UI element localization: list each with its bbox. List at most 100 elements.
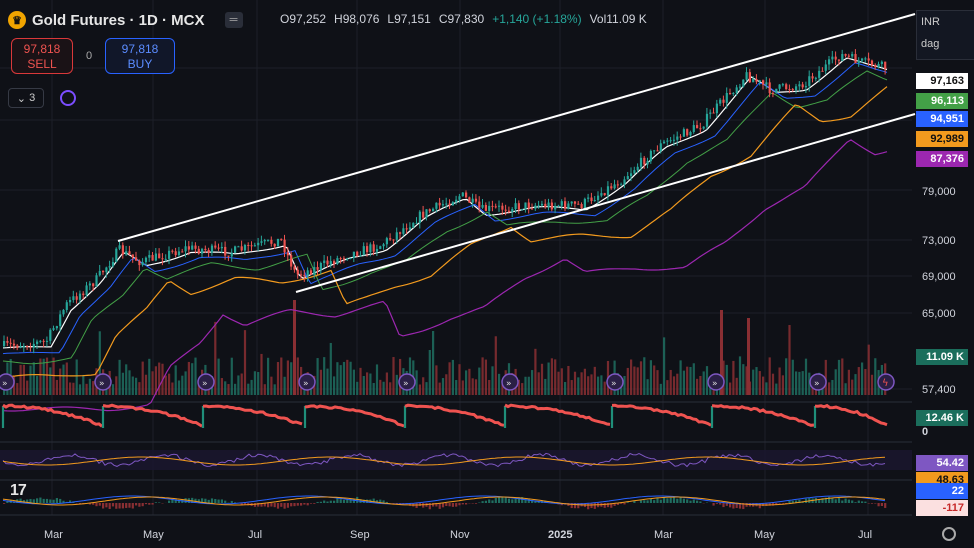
candle-body [606, 186, 610, 196]
macd-histogram-bar [481, 501, 484, 503]
indicators-collapse-button[interactable]: ⌄ 3 [8, 88, 44, 108]
macd-histogram-bar [333, 500, 336, 503]
macd-histogram-bar [715, 503, 718, 504]
low-value: L97,151 [387, 12, 431, 26]
volume-bar [747, 318, 750, 395]
candle-body [540, 203, 544, 206]
macd-histogram-bar [676, 498, 679, 503]
macd-histogram-bar [672, 496, 676, 503]
volume-bar [125, 364, 128, 395]
candle-body [55, 326, 58, 329]
macd-histogram-bar [349, 498, 352, 503]
candle-body [9, 342, 12, 344]
candle-body [613, 184, 616, 189]
buy-button[interactable]: 97,818 BUY [105, 38, 175, 74]
pane-value-tag: 12.46 K [916, 410, 968, 426]
candle-body [590, 197, 593, 202]
lightning-icon: ϟ [877, 373, 895, 391]
chart-canvas[interactable]: » » » » » » » » » ϟ [0, 0, 974, 548]
candle-body [781, 84, 784, 86]
candle-body [616, 184, 619, 186]
volume-bar [237, 375, 240, 395]
volume-bar [775, 383, 778, 395]
volume-bar [181, 375, 184, 395]
volume-bar [174, 365, 177, 395]
macd-histogram-bar [313, 503, 316, 504]
tradingview-logo[interactable]: 17 [10, 482, 27, 500]
volume-bar [366, 372, 369, 395]
candle-body [349, 257, 352, 259]
candle-body [785, 84, 788, 90]
candle-body [778, 84, 781, 89]
candle-body [253, 245, 256, 247]
macd-histogram-bar [342, 499, 346, 503]
volume-bar [445, 374, 448, 395]
candle-body [29, 346, 32, 348]
volume-bar [128, 370, 131, 395]
sell-button[interactable]: 97,818 SELL [11, 38, 73, 74]
candle-body [309, 270, 313, 275]
x-tick: May [754, 529, 775, 541]
dividend-event-icon: » [398, 373, 416, 391]
currency-selector[interactable]: INR dag [916, 10, 974, 60]
macd-histogram-bar [603, 503, 606, 508]
candle-body [389, 238, 392, 240]
currency-code[interactable]: INR [917, 11, 974, 33]
candle-body [392, 239, 395, 241]
symbol-title[interactable]: Gold Futures · 1D · MCX [32, 12, 205, 29]
settings-gear-icon[interactable] [942, 527, 956, 541]
eye-icon[interactable]: ═ [224, 12, 243, 28]
volume-bar [857, 367, 860, 395]
macd-histogram-bar [511, 499, 514, 503]
macd-histogram-bar [448, 503, 451, 507]
candle-body [877, 63, 880, 68]
y-tick: 65,000 [922, 308, 956, 320]
candle-body [646, 161, 649, 165]
volume-bar [623, 376, 626, 395]
volume-bar [527, 376, 530, 395]
currency-scale[interactable]: dag [917, 33, 974, 55]
volume-bar [138, 382, 141, 395]
macd-histogram-bar [118, 503, 121, 509]
candle-body [583, 198, 586, 209]
macd-histogram-bar [837, 498, 841, 503]
volume-bar [349, 361, 352, 395]
candle-body [597, 195, 600, 201]
volume-bar [557, 371, 560, 395]
volume-bar [593, 366, 596, 395]
gold-logo-icon: ♛ [8, 11, 26, 29]
volume-bar [422, 377, 425, 395]
volume-bar [283, 376, 286, 395]
candle-body [841, 54, 844, 61]
candle-body [290, 255, 293, 267]
candle-body [573, 201, 577, 204]
macd-histogram-bar [135, 503, 138, 506]
macd-histogram-bar [95, 503, 98, 507]
candle-body [719, 99, 722, 104]
candle-body [234, 246, 237, 253]
candle-body [564, 201, 567, 209]
price-tag: 94,951 [916, 111, 968, 127]
candle-body [488, 205, 491, 211]
volume-bar [659, 383, 662, 395]
volume-bar [564, 382, 567, 395]
volume-bar [600, 375, 603, 395]
candle-body [154, 253, 157, 261]
volume-bar [870, 374, 874, 395]
candle-body [748, 72, 751, 83]
candle-body [712, 112, 715, 114]
macd-histogram-bar [666, 498, 669, 503]
volume-bar [851, 379, 854, 395]
candle-body [111, 262, 115, 267]
volume-bar [729, 382, 732, 395]
ohlc-readout: O97,252 H98,076 L97,151 C97,830 +1,140 (… [280, 12, 647, 26]
candle-body [491, 205, 494, 207]
svg-text:»: » [303, 379, 309, 389]
candlesticks [3, 49, 887, 354]
volume-bar [828, 382, 831, 395]
svg-text:ϟ: ϟ [882, 378, 889, 389]
pane-value-tag: -117 [916, 500, 968, 516]
indicators-toggle[interactable]: ⌄ 3 [8, 88, 76, 108]
macd-histogram-bar [316, 501, 319, 503]
volume-bar [75, 359, 78, 395]
